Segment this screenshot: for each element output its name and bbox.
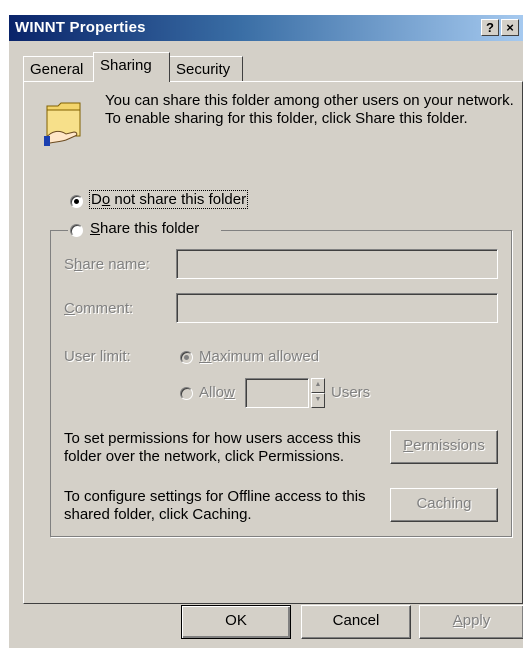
spin-up-icon[interactable]: ▲ <box>311 378 325 393</box>
tab-general[interactable]: General <box>23 56 94 82</box>
do-not-share-label[interactable]: Do not share this folder <box>88 190 249 209</box>
help-button[interactable]: ? <box>481 19 499 36</box>
users-label: Users <box>331 384 371 401</box>
share-name-label: Share name: <box>64 256 150 273</box>
properties-dialog: WINNT Properties ? × General Sharing Sec… <box>8 14 523 648</box>
permissions-text: To set permissions for how users access … <box>64 430 361 465</box>
sharing-description: You can share this folder among other us… <box>105 92 514 127</box>
comment-input[interactable] <box>176 293 498 323</box>
shared-folder-icon <box>44 102 81 146</box>
allow-label[interactable]: Allow <box>199 384 235 401</box>
caching-text: To configure settings for Offline access… <box>64 488 366 523</box>
close-button[interactable]: × <box>501 19 519 36</box>
maximum-allowed-radio[interactable] <box>180 351 193 364</box>
apply-button[interactable]: Apply <box>419 605 523 639</box>
comment-label: Comment: <box>64 300 134 317</box>
share-name-input[interactable] <box>176 249 498 279</box>
spin-down-icon[interactable]: ▼ <box>311 393 325 408</box>
tab-general-label: General <box>30 61 84 78</box>
caching-button[interactable]: Caching <box>390 488 498 522</box>
tab-sharing[interactable]: Sharing <box>93 52 170 82</box>
tab-security-label: Security <box>176 61 231 78</box>
permissions-button[interactable]: Permissions <box>390 430 498 464</box>
sharing-panel: You can share this folder among other us… <box>23 81 523 604</box>
tab-security[interactable]: Security <box>169 56 243 82</box>
maximum-allowed-label[interactable]: Maximum allowed <box>199 348 319 365</box>
title-bar[interactable]: WINNT Properties ? × <box>9 15 523 41</box>
allow-radio[interactable] <box>180 387 193 400</box>
ok-button[interactable]: OK <box>181 605 291 639</box>
share-this-label[interactable]: Share this folder <box>90 220 199 237</box>
user-limit-label: User limit: <box>64 348 131 365</box>
cancel-button[interactable]: Cancel <box>301 605 411 639</box>
allow-users-spinner[interactable]: ▲ ▼ <box>311 378 325 408</box>
window-title: WINNT Properties <box>15 19 146 36</box>
allow-users-input[interactable] <box>245 378 309 408</box>
share-this-radio[interactable] <box>70 224 83 237</box>
do-not-share-radio[interactable] <box>70 195 83 208</box>
tab-sharing-label: Sharing <box>100 57 152 74</box>
